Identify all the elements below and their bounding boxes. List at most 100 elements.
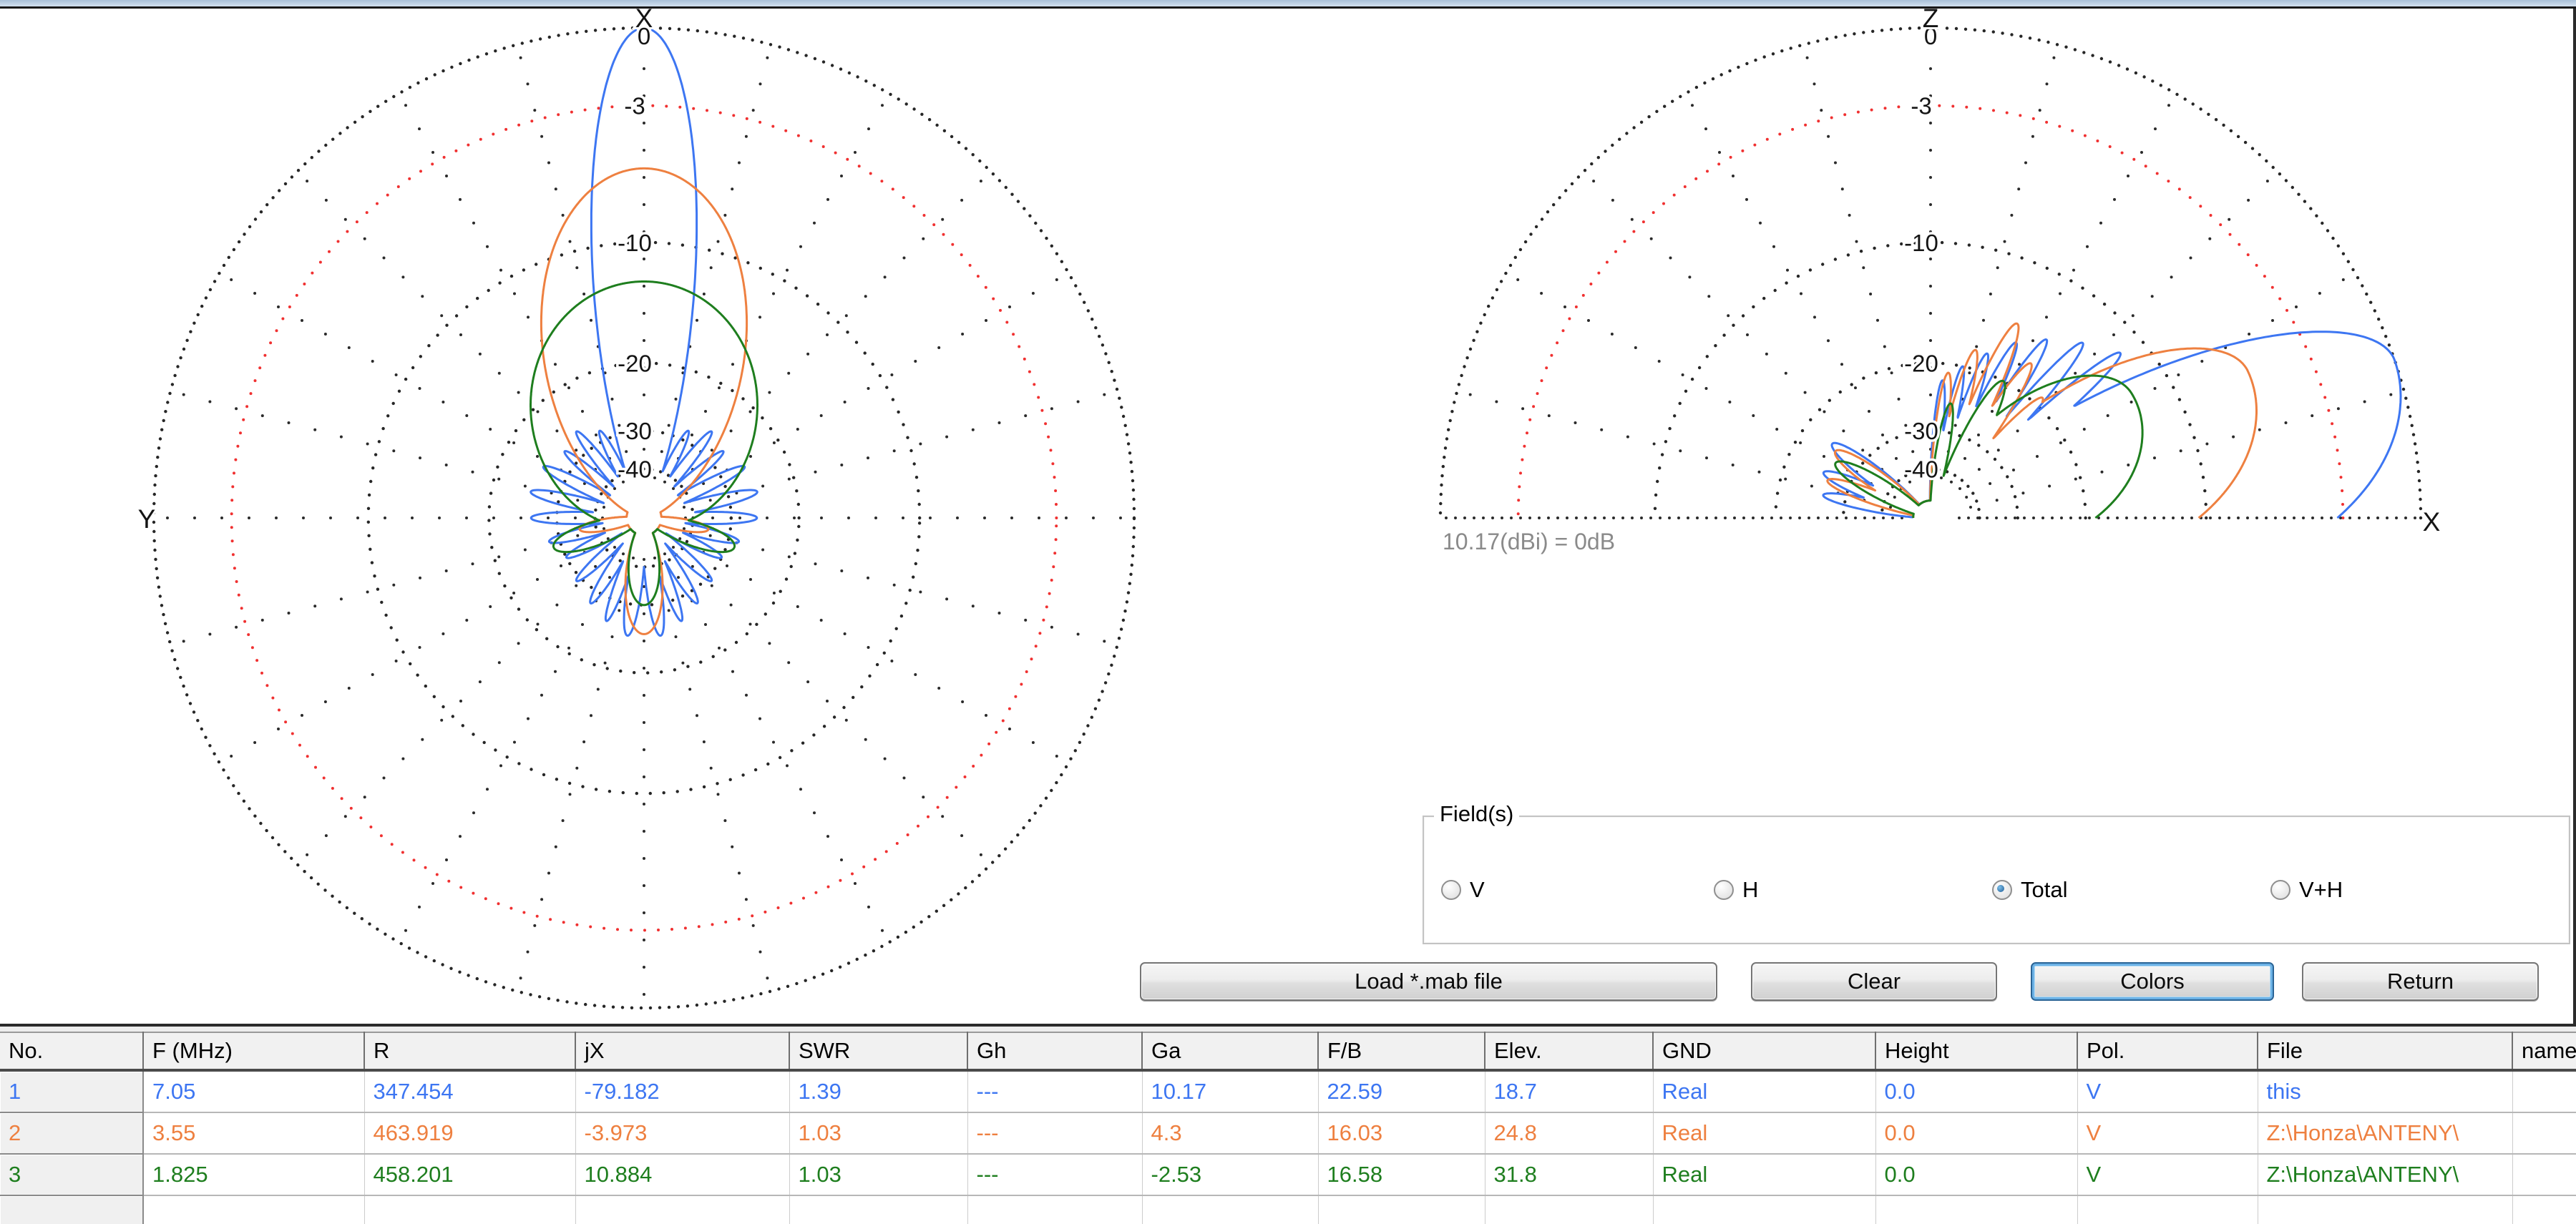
empty-cell [1485, 1195, 1654, 1224]
radio-unselected-icon[interactable] [1714, 880, 1734, 900]
row-number-cell[interactable]: 1 [0, 1070, 144, 1113]
radio-unselected-icon[interactable] [2270, 880, 2290, 900]
radio-label-total: Total [2021, 877, 2068, 902]
col-header-f-mhz[interactable]: F (MHz) [143, 1032, 365, 1072]
cell-r: 463.919 [364, 1112, 576, 1155]
ring-label-elevation--30: -30 [1904, 418, 1938, 444]
cell-file: Z:\Honza\ANTENY\ [2258, 1154, 2513, 1196]
pattern-curve-1-825-mhz [1834, 374, 2144, 519]
row-number-cell[interactable]: 3 [0, 1154, 144, 1196]
col-header-no[interactable]: No. [0, 1032, 144, 1072]
empty-cell [967, 1195, 1143, 1224]
return-button[interactable]: Return [2302, 962, 2539, 1001]
empty-table-row [0, 1195, 2576, 1224]
radio-label-v-h: V+H [2299, 877, 2343, 902]
cell-r: 347.454 [364, 1070, 576, 1113]
cell-f-mhz: 3.55 [143, 1112, 365, 1155]
ring-label-azimuth--40: -40 [618, 456, 652, 483]
cell-elev: 18.7 [1485, 1070, 1654, 1113]
radio-h[interactable]: H [1714, 877, 1758, 903]
cell-swr: 1.03 [789, 1112, 968, 1155]
radio-v[interactable]: V [1441, 877, 1485, 903]
radio-unselected-icon[interactable] [1441, 880, 1461, 900]
col-header-file[interactable]: File [2258, 1032, 2513, 1072]
cell-f-b: 16.58 [1318, 1154, 1485, 1196]
col-header-ga[interactable]: Ga [1142, 1032, 1319, 1072]
col-header-name[interactable]: name [2512, 1032, 2576, 1072]
elevation-axis-x-label: X [2423, 507, 2441, 537]
cell-f-b: 22.59 [1318, 1070, 1485, 1113]
cell-ga: -2.53 [1142, 1154, 1319, 1196]
fields-groupbox-legend: Field(s) [1434, 801, 1520, 827]
col-header-height[interactable]: Height [1875, 1032, 2078, 1072]
col-header-pol[interactable]: Pol. [2077, 1032, 2258, 1072]
cell-pol: V [2077, 1112, 2258, 1155]
empty-cell [1875, 1195, 2078, 1224]
row-number-cell[interactable]: 2 [0, 1112, 144, 1155]
table-row[interactable]: 3 1.825 458.201 10.884 1.03 --- -2.53 16.58 31.8… [0, 1154, 2576, 1196]
ring-label-azimuth--20: -20 [618, 350, 652, 376]
radio-label-h: H [1742, 877, 1759, 902]
cell-jx: 10.884 [575, 1154, 790, 1196]
cell-height: 0.0 [1875, 1154, 2078, 1196]
cell-r: 458.201 [364, 1154, 576, 1196]
empty-cell [575, 1195, 790, 1224]
cell-f-b: 16.03 [1318, 1112, 1485, 1155]
azimuth-ring-labels: 0-3-10-20-30-40 [615, 21, 655, 486]
results-grid: No. F (MHz) RjX SWR Gh Ga F/B Elev. GND Height Pol… [0, 1032, 2576, 1224]
col-header-jx[interactable]: jX [575, 1032, 790, 1072]
empty-cell [1653, 1195, 1876, 1224]
cell-jx: -3.973 [575, 1112, 790, 1155]
ring-label-azimuth--30: -30 [618, 418, 652, 444]
empty-cell [2077, 1195, 2258, 1224]
cell-elev: 24.8 [1485, 1112, 1654, 1155]
cell-file: Z:\Honza\ANTENY\ [2258, 1112, 2513, 1155]
results-grid-section: No. F (MHz) RjX SWR Gh Ga F/B Elev. GND Height Pol… [0, 1024, 2576, 1224]
empty-cell [789, 1195, 968, 1224]
cell-ga: 10.17 [1142, 1070, 1319, 1113]
pattern-curve-3-55-mhz [1826, 322, 2258, 519]
azimuth-axis-y-label: Y [138, 504, 156, 534]
load-mab-file-button[interactable]: Load *.mab file [1140, 962, 1717, 1001]
empty-cell [2258, 1195, 2513, 1224]
cell-jx: -79.182 [575, 1070, 790, 1113]
cell-name [2512, 1154, 2576, 1196]
col-header-f-b[interactable]: F/B [1318, 1032, 1485, 1072]
ring-label-elevation--3: -3 [1911, 93, 1931, 119]
empty-cell [1318, 1195, 1485, 1224]
col-header-elev[interactable]: Elev. [1485, 1032, 1654, 1072]
fields-radio-row: V H Total V+H [1424, 877, 2569, 903]
empty-cell [143, 1195, 365, 1224]
cell-elev: 31.8 [1485, 1154, 1654, 1196]
ring-label-elevation--20: -20 [1904, 350, 1938, 376]
radio-selected-icon[interactable] [1992, 880, 2012, 900]
clear-button[interactable]: Clear [1751, 962, 1997, 1001]
results-grid-header: No. F (MHz) RjX SWR Gh Ga F/B Elev. GND Height Pol… [0, 1032, 2576, 1072]
ring-label-elevation--10: -10 [1904, 230, 1938, 256]
azimuth-plot-grid [152, 26, 1136, 1010]
table-row[interactable]: 1 7.05 347.454 -79.182 1.39 --- 10.17 22.59 18.7… [0, 1070, 2576, 1113]
cell-file: this [2258, 1070, 2513, 1113]
col-header-r[interactable]: R [364, 1032, 576, 1072]
cell-ga: 4.3 [1142, 1112, 1319, 1155]
col-header-swr[interactable]: SWR [789, 1032, 968, 1072]
col-header-gh[interactable]: Gh [967, 1032, 1143, 1072]
cell-height: 0.0 [1875, 1112, 2078, 1155]
col-header-gnd[interactable]: GND [1653, 1032, 1876, 1072]
ring-label-elevation--40: -40 [1904, 456, 1938, 483]
table-row[interactable]: 2 3.55 463.919 -3.973 1.03 --- 4.3 16.03 24.8 Rea… [0, 1112, 2576, 1155]
cell-gnd: Real [1653, 1154, 1876, 1196]
radio-label-v: V [1470, 877, 1485, 902]
radio-v-h[interactable]: V+H [2270, 877, 2343, 903]
empty-cell [2512, 1195, 2576, 1224]
empty-cell [1142, 1195, 1319, 1224]
fields-groupbox: Field(s) V H Total V+H [1423, 801, 2570, 944]
window-top-edge [0, 0, 2576, 9]
empty-cell [0, 1195, 144, 1224]
cell-name [2512, 1070, 2576, 1113]
window-right-border [2573, 9, 2576, 1024]
cell-f-mhz: 7.05 [143, 1070, 365, 1113]
colors-button[interactable]: Colors [2031, 962, 2274, 1001]
radio-total[interactable]: Total [1992, 877, 2067, 903]
cell-pol: V [2077, 1070, 2258, 1113]
